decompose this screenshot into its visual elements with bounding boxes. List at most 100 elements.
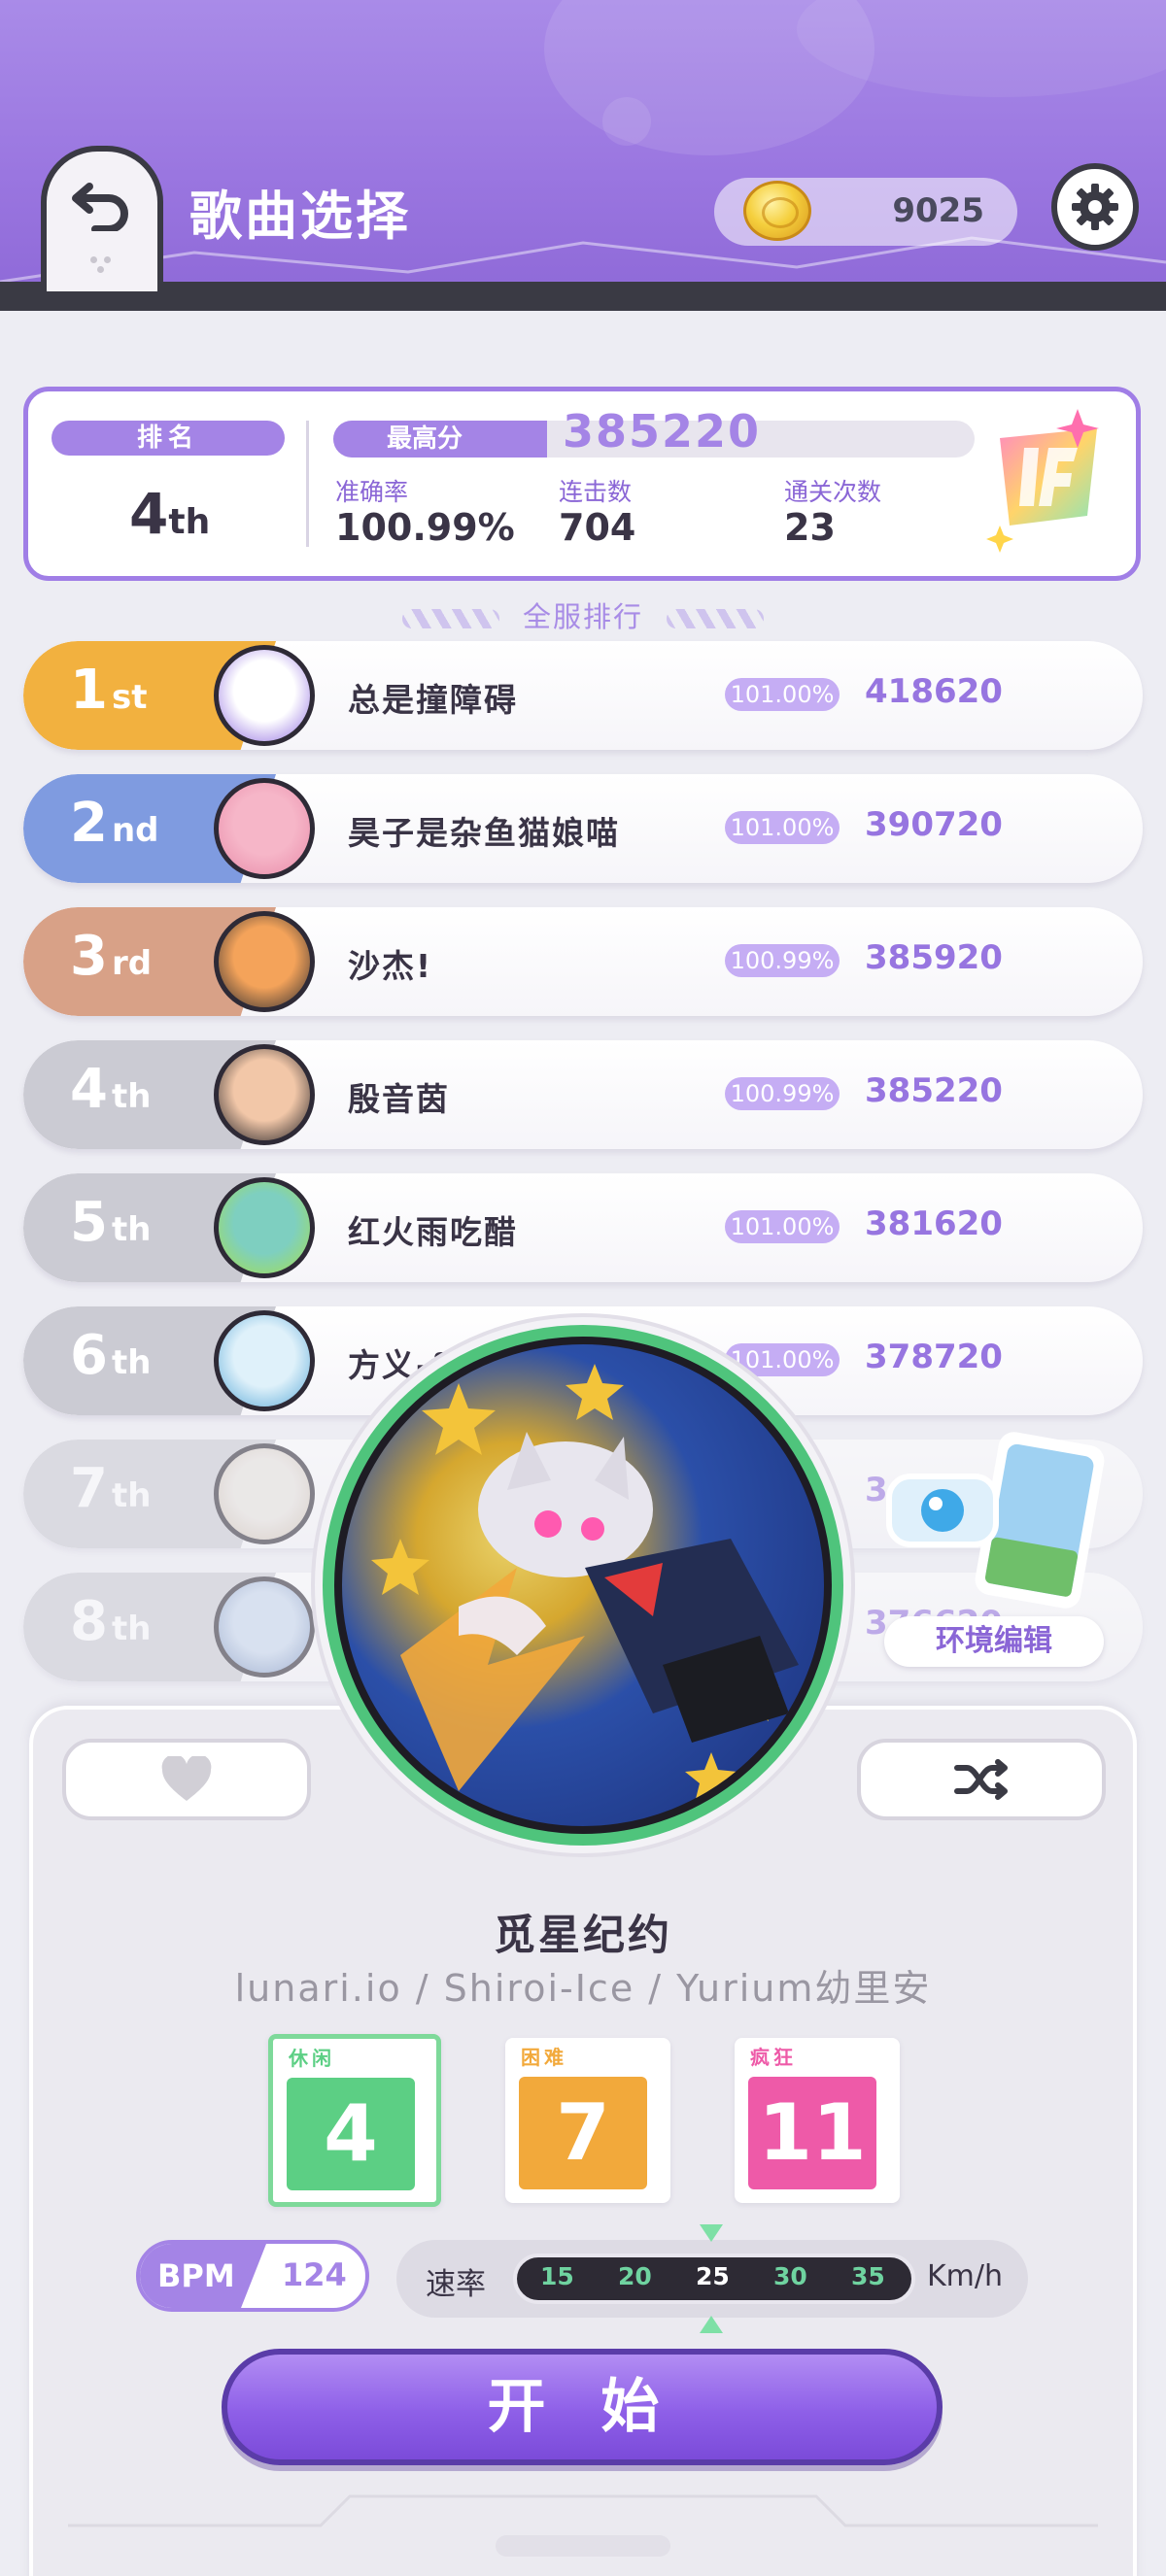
grade-badge-icon <box>986 409 1099 553</box>
difficulty-option[interactable]: 困难 7 <box>505 2038 670 2203</box>
difficulty-option[interactable]: 疯狂 11 <box>735 2038 900 2203</box>
server-rank-heading: 全服排行 <box>0 594 1166 635</box>
difficulty-tag: 困难 <box>521 2046 567 2069</box>
rank-suffix: st <box>111 678 148 717</box>
player-score: 418620 <box>865 672 1003 711</box>
coin-balance: 9025 <box>714 178 1017 246</box>
heart-icon <box>161 1756 212 1801</box>
accuracy-badge: 100.99% <box>725 944 840 977</box>
back-button[interactable] <box>41 146 163 291</box>
difficulty-tag: 休闲 <box>289 2047 335 2070</box>
avatar[interactable] <box>214 1576 315 1678</box>
rank-number: 7 <box>70 1457 108 1520</box>
rank-number: 4 <box>70 1058 108 1121</box>
player-score: 390720 <box>865 805 1003 844</box>
speed-selector: 速率 15 20 25 30 35 Km/h <box>396 2240 1028 2318</box>
avatar[interactable] <box>214 1044 315 1145</box>
leaderboard-row[interactable]: 4th 殷音茵 100.99% 385220 <box>23 1040 1143 1149</box>
clears-value: 23 <box>784 506 836 549</box>
combo-value: 704 <box>559 506 636 549</box>
speed-unit: Km/h <box>927 2259 1004 2293</box>
rank-suffix: th <box>111 1343 152 1382</box>
accuracy-value: 100.99% <box>335 506 515 549</box>
my-rank: 4th <box>129 481 210 547</box>
start-button[interactable]: 开 始 <box>222 2349 943 2465</box>
page-title: 歌曲选择 <box>189 186 411 247</box>
avatar[interactable] <box>214 1177 315 1278</box>
leaderboard-row[interactable]: 3rd 沙杰! 100.99% 385920 <box>23 907 1143 1016</box>
avatar[interactable] <box>214 1443 315 1544</box>
rank-number: 1 <box>70 659 108 722</box>
player-name: 沙杰! <box>348 947 433 985</box>
rank-text: 4th <box>70 1058 151 1121</box>
clears-label: 通关次数 <box>784 478 882 506</box>
server-rank-label: 全服排行 <box>522 600 643 633</box>
best-score-label: 最高分 <box>333 421 547 458</box>
rank-number: 8 <box>70 1590 108 1653</box>
settings-button[interactable] <box>1051 163 1139 251</box>
leaderboard-row[interactable]: 2nd 昊子是杂鱼猫娘喵 101.00% 390720 <box>23 774 1143 883</box>
accuracy-label: 准确率 <box>335 478 409 506</box>
rank-text: 7th <box>70 1457 151 1520</box>
leaderboard-row[interactable]: 1st 总是撞障碍 101.00% 418620 <box>23 641 1143 750</box>
player-name: 殷音茵 <box>348 1080 450 1118</box>
difficulty-option[interactable]: 休闲 4 <box>268 2034 441 2207</box>
bpm-label: BPM <box>140 2244 266 2308</box>
rank-text: 5th <box>70 1191 151 1254</box>
cover-art <box>334 1337 832 1834</box>
song-artist: lunari.io / Shiroi-Ice / Yurium幼里安 <box>234 1967 932 2010</box>
favorite-button[interactable] <box>62 1739 311 1820</box>
avatar[interactable] <box>214 645 315 746</box>
rank-suffix: th <box>111 1610 152 1648</box>
shuffle-icon <box>954 1759 1008 1800</box>
speed-option[interactable]: 20 <box>618 2262 652 2290</box>
speed-slider[interactable]: 15 20 25 30 35 <box>513 2254 915 2304</box>
rank-text: 1st <box>70 659 147 722</box>
rank-number: 3 <box>70 925 108 988</box>
speed-option[interactable]: 35 <box>851 2262 885 2290</box>
avatar[interactable] <box>214 911 315 1012</box>
accuracy-badge: 101.00% <box>725 1210 840 1243</box>
player-name: 总是撞障碍 <box>348 681 518 719</box>
my-rank-number: 4 <box>129 481 169 547</box>
accuracy-badge: 101.00% <box>725 678 840 711</box>
difficulty-level: 11 <box>748 2077 876 2189</box>
rank-number: 5 <box>70 1191 108 1254</box>
difficulty-level: 7 <box>519 2077 647 2189</box>
speed-option[interactable]: 15 <box>540 2262 574 2290</box>
my-rank-suffix: th <box>168 502 211 542</box>
player-score: 385920 <box>865 938 1003 977</box>
rank-label: 排名 <box>51 421 285 456</box>
rank-text: 2nd <box>70 792 159 855</box>
avatar[interactable] <box>214 778 315 879</box>
header-divider <box>0 282 1166 311</box>
accuracy-badge: 100.99% <box>725 1077 840 1110</box>
leaderboard-row[interactable]: 5th 红火雨吃醋 101.00% 381620 <box>23 1173 1143 1282</box>
combo-label: 连击数 <box>559 478 633 506</box>
rank-suffix: rd <box>111 944 153 983</box>
deco-right <box>667 609 764 628</box>
dots-decoration <box>90 256 114 274</box>
environment-preview-icon[interactable] <box>879 1428 1113 1612</box>
avatar[interactable] <box>214 1310 315 1411</box>
accuracy-badge: 101.00% <box>725 811 840 844</box>
rank-suffix: th <box>111 1476 152 1515</box>
bottom-decoration <box>68 2494 1098 2557</box>
coin-count: 9025 <box>892 191 984 230</box>
player-name: 昊子是杂鱼猫娘喵 <box>348 814 620 852</box>
rank-text: 6th <box>70 1324 151 1387</box>
header <box>0 0 1166 291</box>
difficulty-tag: 疯狂 <box>750 2046 797 2069</box>
back-arrow-icon <box>72 183 128 231</box>
player-score: 378720 <box>865 1338 1003 1376</box>
bg-dot <box>602 97 651 146</box>
shuffle-button[interactable] <box>857 1739 1106 1820</box>
player-score: 381620 <box>865 1204 1003 1243</box>
my-score-card: 排名 4th 最高分 385220 准确率 100.99% 连击数 704 通关… <box>23 387 1141 581</box>
environment-edit-button[interactable]: 环境编辑 <box>884 1616 1104 1667</box>
rank-suffix: th <box>111 1210 152 1249</box>
speed-option[interactable]: 25 <box>696 2262 730 2290</box>
speed-option[interactable]: 30 <box>773 2262 807 2290</box>
speed-label: 速率 <box>426 2267 486 2302</box>
song-cover[interactable] <box>323 1325 843 1846</box>
